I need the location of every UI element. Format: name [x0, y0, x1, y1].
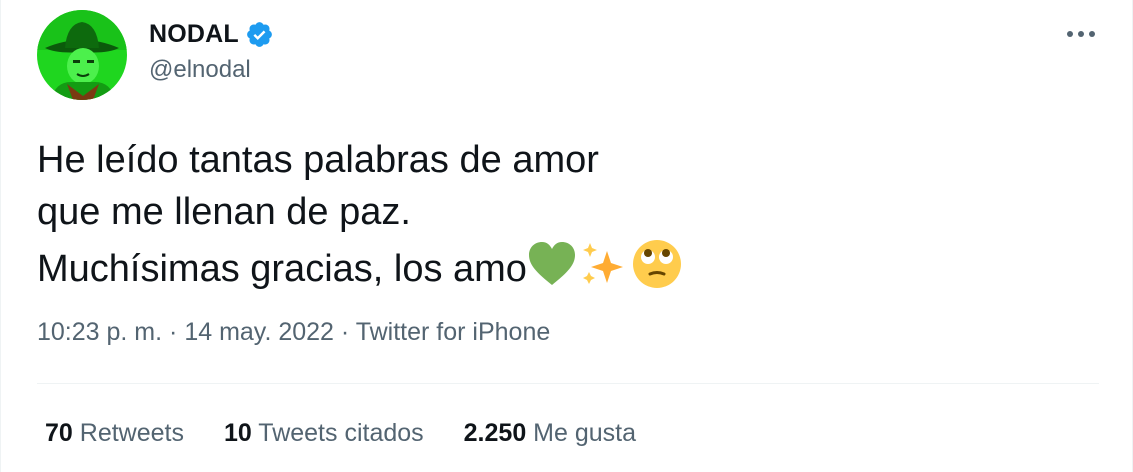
quote-tweets-stat[interactable]: 10 Tweets citados: [224, 419, 424, 448]
tweet-source[interactable]: Twitter for iPhone: [356, 318, 551, 346]
tweet-text-line: que me llenan de paz.: [37, 191, 411, 233]
tweet-text-line-last: Muchísimas gracias, los amo: [37, 238, 685, 295]
display-name[interactable]: NODAL: [149, 20, 239, 49]
retweets-label: Retweets: [79, 419, 184, 447]
quote-tweets-count: 10: [223, 419, 252, 447]
tweet-text-line: Muchísimas gracias, los amo: [37, 248, 527, 290]
tweet-card: NODAL @elnodal He leído tantas palabras …: [0, 0, 1133, 472]
sparkles-icon: [582, 243, 623, 284]
divider: [37, 383, 1099, 384]
green-heart-icon: [528, 242, 575, 285]
display-name-row[interactable]: NODAL: [149, 17, 274, 51]
retweets-count: 70: [45, 419, 73, 447]
tweet-date[interactable]: 14 may. 2022: [184, 318, 334, 346]
likes-label: Me gusta: [533, 419, 637, 447]
user-handle[interactable]: @elnodal: [149, 56, 251, 84]
retweets-stat[interactable]: 70 Retweets: [45, 419, 184, 448]
more-options-icon[interactable]: [1061, 20, 1101, 48]
tweet-metadata: 10:23 p. m. · 14 may. 2022 · Twitter for…: [37, 318, 550, 347]
meta-separator: ·: [169, 318, 178, 346]
profile-avatar[interactable]: [37, 10, 127, 100]
verified-badge-icon: [245, 20, 274, 49]
meta-separator: ·: [340, 318, 350, 346]
face-with-rolling-eyes-icon: [632, 240, 681, 288]
likes-stat[interactable]: 2.250 Me gusta: [464, 419, 636, 448]
tweet-text: He leído tantas palabras de amor que me …: [37, 134, 685, 295]
tweet-time[interactable]: 10:23 p. m.: [37, 318, 162, 346]
emoji-group: [527, 238, 685, 290]
engagement-stats: 70 Retweets 10 Tweets citados 2.250 Me g…: [45, 419, 676, 448]
tweet-text-line: He leído tantas palabras de amor: [37, 139, 599, 181]
avatar-image: [37, 10, 127, 100]
quote-tweets-label: Tweets citados: [258, 419, 424, 447]
likes-count: 2.250: [463, 419, 527, 447]
